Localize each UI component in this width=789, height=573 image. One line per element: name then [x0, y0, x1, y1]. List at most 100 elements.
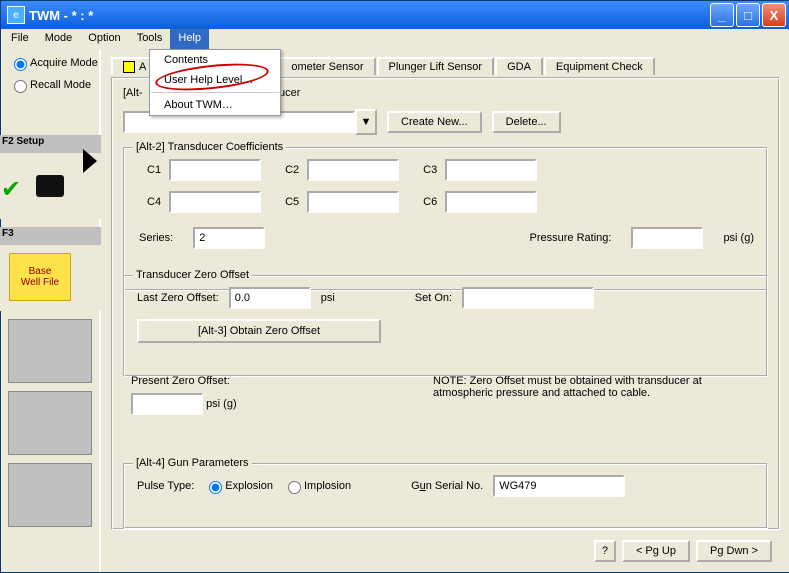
acquire-mode-input[interactable] — [14, 58, 27, 71]
c1-label: C1 — [147, 164, 161, 176]
series-input[interactable] — [193, 227, 265, 249]
app-icon: e — [7, 6, 25, 24]
help-user-level[interactable]: User Help Level… — [150, 70, 280, 90]
c2-input[interactable] — [307, 159, 399, 181]
well-file-label: Well File — [21, 277, 59, 288]
window-title: TWM - * : * — [29, 8, 710, 23]
implosion-radio[interactable]: Implosion — [283, 478, 351, 494]
c5-label: C5 — [285, 196, 299, 208]
base-label: Base — [29, 266, 52, 277]
coefficients-legend: [Alt-2] Transducer Coefficients — [133, 141, 286, 153]
page-down-button[interactable]: Pg Dwn > — [696, 540, 772, 562]
acquire-mode-label: Acquire Mode — [30, 57, 98, 69]
help-button[interactable]: ? — [594, 540, 616, 562]
sidebar-card-3[interactable] — [8, 463, 92, 527]
transducer-label-suffix: ucer — [279, 87, 300, 99]
left-sidebar: Acquire Mode Recall Mode F2 Setup ✔ F3 B… — [1, 49, 101, 572]
recall-mode-label: Recall Mode — [30, 79, 91, 91]
f3-card[interactable]: F3 Base Well File — [0, 227, 103, 311]
recall-mode-radio[interactable]: Recall Mode — [9, 77, 98, 93]
maximize-button[interactable]: □ — [736, 3, 760, 27]
zero-note: NOTE: Zero Offset must be obtained with … — [433, 375, 733, 399]
tab-plunger[interactable]: Plunger Lift Sensor — [377, 57, 495, 75]
gun-parameters-group: [Alt-4] Gun Parameters Pulse Type: Explo… — [123, 463, 768, 529]
c2-label: C2 — [285, 164, 299, 176]
window-buttons: _ □ X — [710, 3, 786, 27]
seton-label: Set On: — [415, 292, 452, 304]
arrow-right-icon — [83, 149, 97, 173]
briefcase-icon — [36, 175, 64, 197]
f3-label: F3 — [2, 228, 14, 239]
pressure-rating-input[interactable] — [631, 227, 703, 249]
sidebar-card-1[interactable] — [8, 319, 92, 383]
psi-label: psi — [321, 292, 335, 304]
help-about[interactable]: About TWM… — [150, 95, 280, 115]
body: Acquire Mode Recall Mode F2 Setup ✔ F3 B… — [1, 49, 789, 572]
series-label: Series: — [139, 232, 173, 244]
menu-file[interactable]: File — [3, 29, 37, 49]
explosion-radio[interactable]: Explosion — [204, 478, 273, 494]
last-zero-input[interactable] — [229, 287, 311, 309]
delete-button[interactable]: Delete... — [492, 111, 561, 133]
c3-label: C3 — [423, 164, 437, 176]
psig-label-2: psi (g) — [206, 398, 237, 410]
tab-dyn-sensor[interactable]: ometer Sensor — [279, 57, 375, 75]
app-window: e TWM - * : * _ □ X File Mode Option Too… — [0, 0, 789, 573]
implosion-label: Implosion — [304, 480, 351, 492]
last-zero-label: Last Zero Offset: — [137, 292, 219, 304]
setup-label: Setup — [16, 136, 44, 147]
f2-setup-card[interactable]: F2 Setup ✔ — [0, 135, 103, 219]
zero-offset-legend: Transducer Zero Offset — [133, 269, 252, 281]
tab-equipment[interactable]: Equipment Check — [544, 57, 655, 75]
pressure-rating-label: Pressure Rating: — [530, 232, 612, 244]
content-area: A ometer Sensor Plunger Lift Sensor GDA … — [101, 49, 789, 572]
seton-input[interactable] — [462, 287, 594, 309]
implosion-input[interactable] — [288, 481, 301, 494]
create-new-button[interactable]: Create New... — [387, 111, 482, 133]
bottom-bar: ? < Pg Up Pg Dwn > — [594, 540, 772, 562]
help-menu: Contents User Help Level… About TWM… — [149, 49, 281, 116]
main-panel: [Alt- ucer ▼ Create New... Delete... [Al… — [111, 77, 780, 530]
acquire-mode-radio[interactable]: Acquire Mode — [9, 55, 98, 71]
c5-input[interactable] — [307, 191, 399, 213]
tab-gda[interactable]: GDA — [495, 57, 543, 75]
help-contents[interactable]: Contents — [150, 50, 280, 70]
serial-dropdown-button[interactable]: ▼ — [355, 109, 377, 135]
menu-separator — [151, 92, 279, 93]
c3-input[interactable] — [445, 159, 537, 181]
base-well-file-icon: Base Well File — [9, 253, 71, 301]
c4-input[interactable] — [169, 191, 261, 213]
title-bar: e TWM - * : * _ □ X — [1, 1, 789, 29]
c6-input[interactable] — [445, 191, 537, 213]
present-zero-label: Present Zero Offset: — [131, 375, 237, 387]
explosion-input[interactable] — [209, 481, 222, 494]
sidebar-card-2[interactable] — [8, 391, 92, 455]
recall-mode-input[interactable] — [14, 80, 27, 93]
indicator-icon — [123, 61, 135, 73]
gun-legend: [Alt-4] Gun Parameters — [133, 457, 252, 469]
c6-label: C6 — [423, 196, 437, 208]
obtain-zero-offset-button[interactable]: [Alt-3] Obtain Zero Offset — [137, 319, 381, 343]
c4-label: C4 — [147, 196, 161, 208]
menu-bar: File Mode Option Tools Help — [1, 29, 789, 50]
menu-help[interactable]: Help — [170, 29, 209, 49]
zero-offset-group: Transducer Zero Offset Last Zero Offset:… — [123, 275, 768, 377]
present-zero-input[interactable] — [131, 393, 203, 415]
minimize-button[interactable]: _ — [710, 3, 734, 27]
explosion-label: Explosion — [225, 480, 273, 492]
page-up-button[interactable]: < Pg Up — [622, 540, 690, 562]
mode-radio-group: Acquire Mode Recall Mode — [9, 55, 98, 99]
c1-input[interactable] — [169, 159, 261, 181]
close-button[interactable]: X — [762, 3, 786, 27]
tab-acoustic-label: A — [139, 61, 146, 73]
menu-mode[interactable]: Mode — [37, 29, 81, 49]
menu-option[interactable]: Option — [80, 29, 128, 49]
menu-tools[interactable]: Tools — [129, 29, 171, 49]
present-zero-block: Present Zero Offset: psi (g) — [131, 375, 237, 415]
gun-serial-label: Gun Serial No. — [411, 480, 483, 492]
alt1-label: [Alt- — [123, 87, 143, 99]
f2-label: F2 — [2, 136, 14, 147]
gun-serial-input[interactable] — [493, 475, 625, 497]
psig-label-1: psi (g) — [723, 232, 754, 244]
pulse-type-label: Pulse Type: — [137, 480, 194, 492]
